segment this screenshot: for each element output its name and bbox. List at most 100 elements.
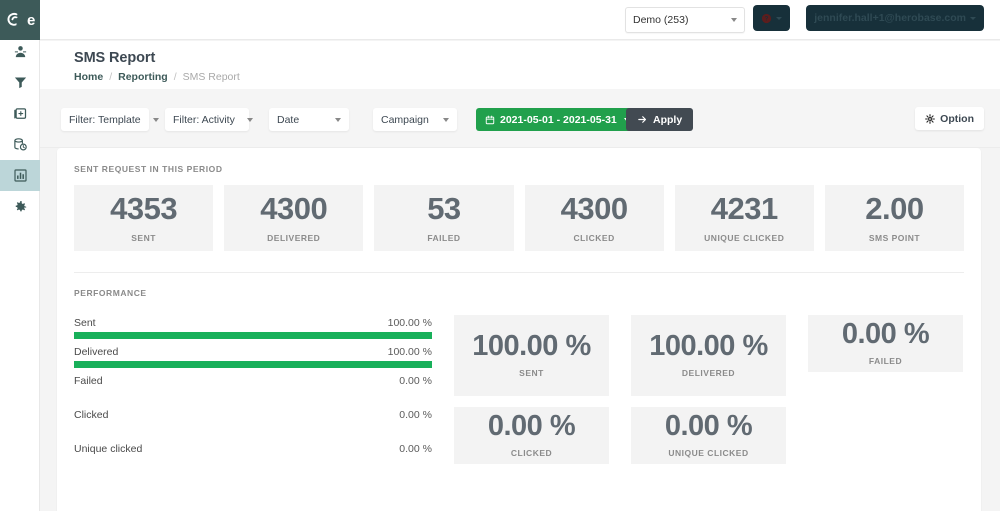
perf-card-label: SENT [519,368,544,378]
filter-date-select[interactable]: Date [269,108,349,131]
user-email-label: jennifer.hall+1@herobase.com [814,12,966,24]
breadcrumb-item-reporting[interactable]: Reporting [118,71,168,83]
chart-icon [13,168,28,183]
filter-template-label: Filter: Template [69,114,141,126]
bar-label: Unique clicked [74,443,142,455]
filter-date-label: Date [277,114,323,126]
bar-value: 100.00 % [388,346,432,358]
performance-bar-failed: Failed 0.00 % [74,375,432,397]
stat-value: 4353 [110,193,177,224]
sent-section-title: SENT REQUEST IN THIS PERIOD [74,164,964,174]
stat-tile-clicked: 4300 CLICKED [525,185,664,251]
stat-label: DELIVERED [267,233,320,243]
filter-activity-label: Filter: Activity [173,114,235,126]
sidebar-item-contacts[interactable] [0,36,40,67]
option-label: Option [940,113,974,125]
sidebar-item-reporting[interactable] [0,160,40,191]
stat-tile-delivered: 4300 DELIVERED [224,185,363,251]
sidebar-item-home[interactable] [0,5,40,36]
breadcrumb-separator: / [174,71,177,83]
bar-fill [74,361,432,368]
arrow-right-icon [637,114,648,125]
bar-label: Sent [74,317,96,329]
filter-campaign-select[interactable]: Campaign [373,108,457,131]
help-button[interactable]: ? [753,5,790,31]
sidebar: e [0,0,40,511]
bar-label: Delivered [74,346,118,358]
contacts-icon [13,44,28,59]
home-icon [13,13,28,28]
filter-activity-select[interactable]: Filter: Activity [165,108,249,131]
account-label: Demo (253) [633,14,731,26]
user-menu-button[interactable]: jennifer.hall+1@herobase.com [806,5,984,31]
stat-label: SENT [131,233,156,243]
perf-card-label: CLICKED [511,448,552,458]
bar-label: Clicked [74,409,108,421]
breadcrumb-separator: / [109,71,112,83]
performance-bar-clicked: Clicked 0.00 % [74,409,432,431]
gear-icon [925,114,935,124]
perf-card-spacer [808,407,963,488]
chevron-down-icon [247,118,253,122]
chevron-down-icon [153,118,159,122]
section-divider [74,272,964,273]
date-range-picker[interactable]: 2021-05-01 - 2021-05-31 [476,108,639,131]
page-title: SMS Report [74,50,1000,66]
sidebar-item-history[interactable] [0,129,40,160]
question-circle-icon: ? [761,13,772,24]
chevron-down-icon [731,18,737,22]
bar-value: 0.00 % [399,443,432,455]
perf-card-label: DELIVERED [682,368,735,378]
bar-value: 0.00 % [399,409,432,421]
bar-fill [74,332,432,339]
performance-section: Sent 100.00 % Delivered 100.00 % [74,315,964,499]
stat-value: 53 [427,193,460,224]
chevron-down-icon [776,17,782,20]
chevron-down-icon [335,118,341,122]
bar-track [74,361,432,368]
date-range-label: 2021-05-01 - 2021-05-31 [500,114,617,126]
stat-tile-failed: 53 FAILED [374,185,513,251]
filter-campaign-label: Campaign [381,114,431,126]
sent-stat-row: 4353 SENT 4300 DELIVERED 53 FAILED 4300 … [74,185,964,251]
filter-template-select[interactable]: Filter: Template [61,108,149,131]
perf-card-label: UNIQUE CLICKED [668,448,748,458]
bar-track [74,390,432,397]
performance-bar-list: Sent 100.00 % Delivered 100.00 % [74,315,432,499]
perf-card-value: 0.00 % [842,321,929,348]
bar-value: 0.00 % [399,375,432,387]
performance-card-row-1: 100.00 % SENT 100.00 % DELIVERED 0.00 % … [454,315,964,396]
apply-label: Apply [653,114,682,126]
filter-bar: Filter: Template Filter: Activity Date C… [40,89,1000,148]
database-clock-icon [13,137,28,152]
report-content-card: SENT REQUEST IN THIS PERIOD 4353 SENT 43… [57,148,981,511]
stat-value: 4300 [260,193,327,224]
breadcrumb-item-current: SMS Report [183,71,240,83]
stat-label: SMS POINT [869,233,920,243]
gear-icon [13,199,28,214]
bar-track [74,424,432,431]
stat-value: 2.00 [865,193,923,224]
bar-track [74,332,432,339]
svg-text:?: ? [765,16,769,22]
stat-tile-sms-point: 2.00 SMS POINT [825,185,964,251]
chevron-down-icon [443,118,449,122]
sidebar-item-settings[interactable] [0,191,40,222]
perf-card-value: 0.00 % [488,413,575,440]
sidebar-item-filter[interactable] [0,67,40,98]
calendar-icon [485,115,495,125]
perf-card-value: 100.00 % [649,333,768,360]
performance-card-grid: 100.00 % SENT 100.00 % DELIVERED 0.00 % … [454,315,964,499]
stat-tile-unique-clicked: 4231 UNIQUE CLICKED [675,185,814,251]
sidebar-item-messages[interactable] [0,98,40,129]
perf-card-label: FAILED [869,356,902,366]
apply-button[interactable]: Apply [626,108,693,131]
account-selector[interactable]: Demo (253) [625,7,745,33]
perf-card-unique-clicked: 0.00 % UNIQUE CLICKED [631,407,786,464]
performance-section-title: PERFORMANCE [74,288,964,298]
performance-bar-unique-clicked: Unique clicked 0.00 % [74,443,432,465]
perf-card-value: 100.00 % [472,333,591,360]
option-button[interactable]: Option [915,107,984,130]
perf-card-delivered: 100.00 % DELIVERED [631,315,786,396]
breadcrumb-item-home[interactable]: Home [74,71,103,83]
